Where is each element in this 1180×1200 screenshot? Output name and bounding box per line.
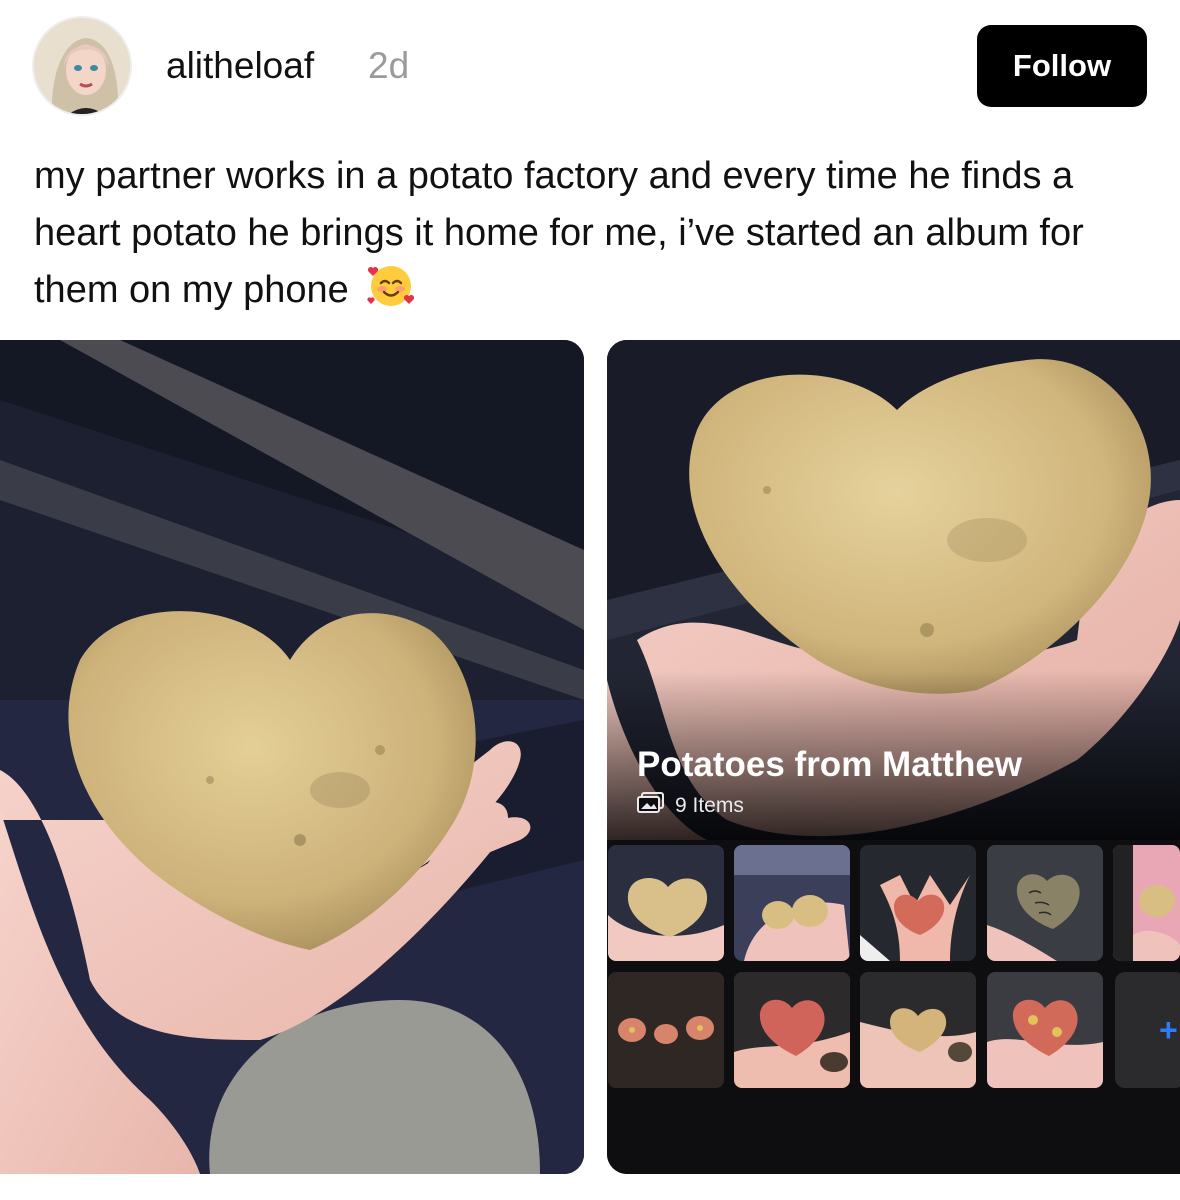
post-photo-album-screenshot[interactable]: Potatoes from Matthew 9 Items + [607, 340, 1180, 1174]
album-title: Potatoes from Matthew [637, 745, 1023, 784]
album-thumbnail[interactable] [987, 845, 1103, 961]
album-thumbnail[interactable] [734, 972, 850, 1088]
album-thumbnail[interactable] [1113, 845, 1180, 961]
photo-stack-icon [637, 792, 665, 819]
post-timeago: 2d [368, 45, 410, 86]
album-add-button[interactable]: + [1115, 972, 1180, 1088]
album-thumbnail[interactable] [860, 972, 976, 1088]
avatar[interactable] [32, 16, 132, 116]
album-thumbnail[interactable] [608, 845, 724, 961]
album-count-row: 9 Items [637, 792, 744, 819]
caption-text: my partner works in a potato factory and… [34, 155, 1084, 311]
smiling-face-with-hearts-icon [367, 262, 415, 327]
album-thumbnail[interactable] [860, 845, 976, 961]
post-photo-heart-potato[interactable] [0, 340, 584, 1174]
album-thumbnail[interactable] [608, 972, 724, 1088]
post-header: alitheloaf 2d Follow [0, 0, 1180, 130]
heart-potato-photo [0, 340, 584, 1174]
album-thumbnail[interactable] [734, 845, 850, 961]
album-item-count: 9 Items [675, 793, 744, 817]
post-caption: my partner works in a potato factory and… [34, 148, 1144, 327]
plus-icon: + [1159, 1011, 1178, 1048]
album-thumbnail[interactable] [987, 972, 1103, 1088]
username[interactable]: alitheloaf [166, 45, 314, 87]
follow-button[interactable]: Follow [977, 25, 1147, 107]
avatar-image [34, 18, 130, 114]
